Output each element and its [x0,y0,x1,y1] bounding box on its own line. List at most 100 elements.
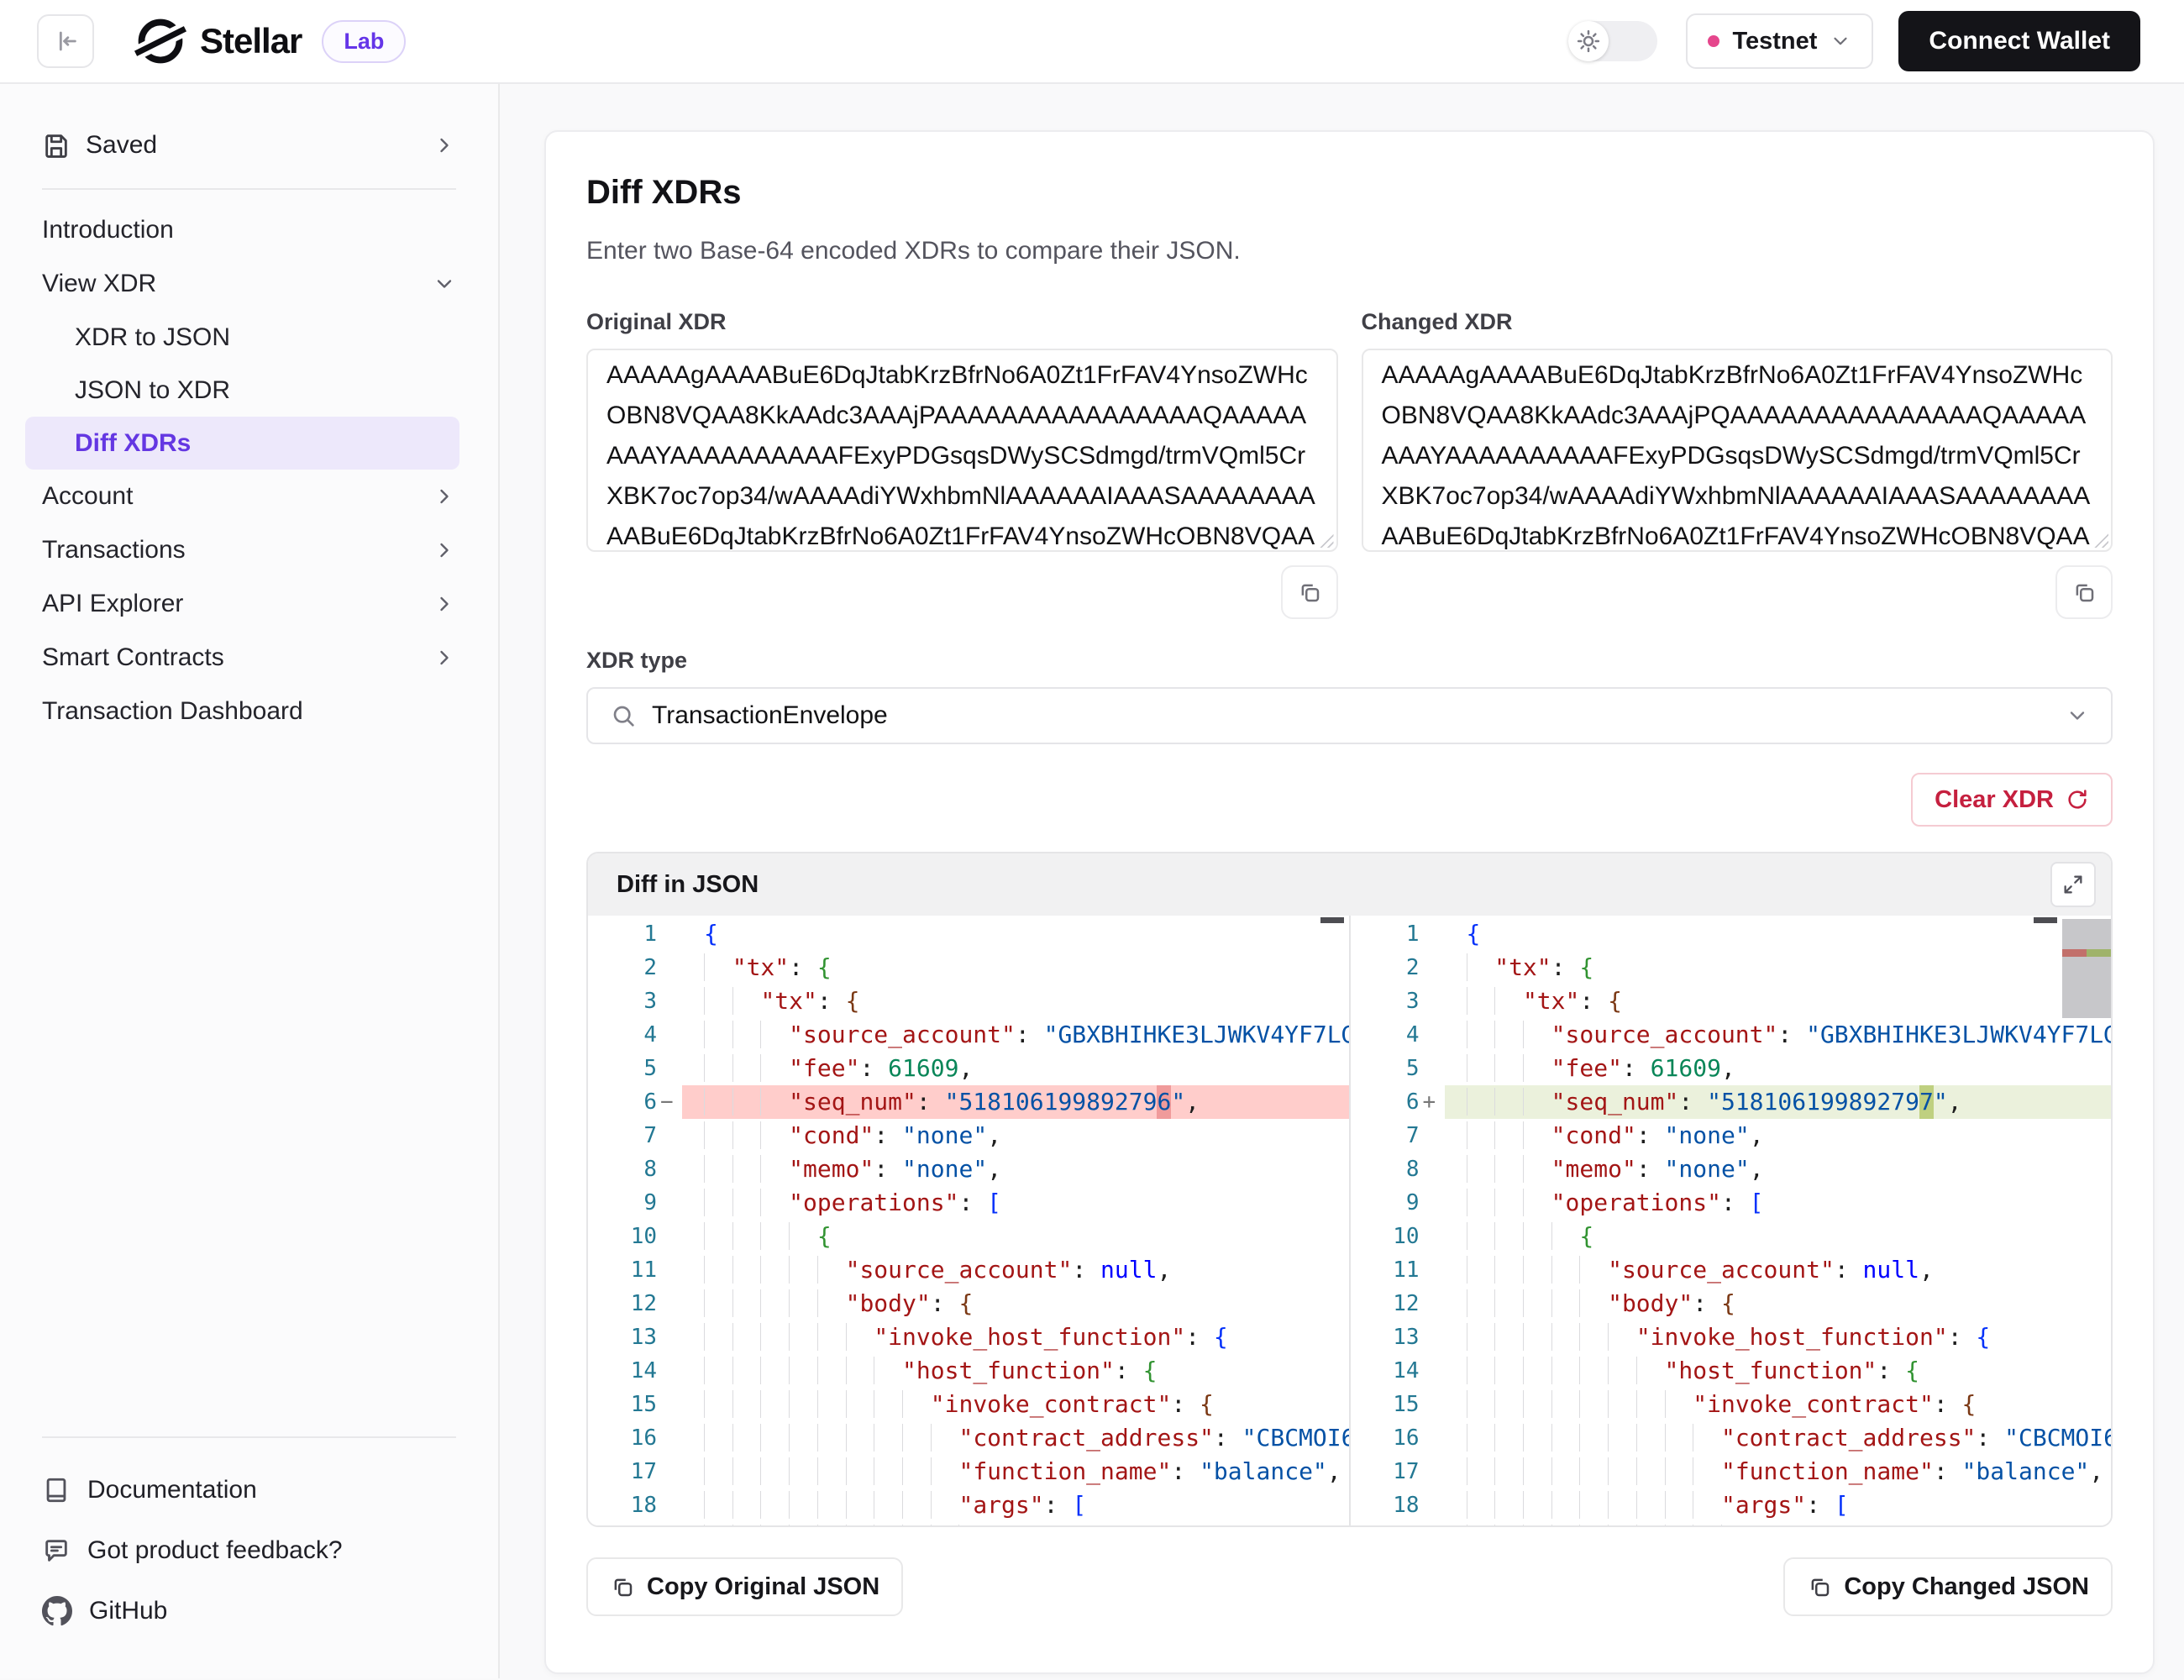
copy-original-xdr-button[interactable] [1281,565,1338,619]
sidebar-link-documentation[interactable]: Documentation [25,1460,473,1520]
diff-line: 6− "seq_num": "518106199892796", [588,1085,1349,1119]
copy-changed-json-button[interactable]: Copy Changed JSON [1783,1557,2113,1616]
diff-xdrs-card: Diff XDRs Enter two Base-64 encoded XDRs… [544,130,2155,1674]
chevron-down-icon [2066,704,2089,727]
chevron-right-icon [433,592,456,616]
stellar-logo-icon [134,15,186,67]
diff-line: 1{ [588,917,1349,951]
diff-json-panel: Diff in JSON 1{2 "tx": {3 "tx": {4 "sour… [586,852,2113,1527]
diff-line: 12 "body": { [588,1287,1349,1320]
network-status-dot [1708,35,1719,47]
page-title: Diff XDRs [586,174,2113,212]
diff-line: 18 "args": [ [1351,1488,2112,1522]
connect-wallet-button[interactable]: Connect Wallet [1898,11,2140,71]
theme-toggle-knob [1568,21,1609,61]
sun-icon [1576,29,1601,54]
diff-pane-changed[interactable]: 1{2 "tx": {3 "tx": {4 "source_account": … [1351,916,2112,1525]
stellar-logo[interactable]: Stellar [134,15,302,67]
xdr-type-label: XDR type [586,648,2113,674]
sidebar-item-json-to-xdr[interactable]: JSON to XDR [25,364,473,417]
diff-json-header: Diff in JSON [588,853,2111,916]
sidebar-footer: DocumentationGot product feedback?GitHub [25,1420,473,1641]
save-icon [42,131,71,160]
chevron-right-icon [433,134,456,157]
github-icon [42,1596,72,1626]
sidebar-item-transactions[interactable]: Transactions [25,523,473,577]
top-header: Stellar Lab Testnet Connect Wallet [0,0,2184,84]
sidebar-footer-links: DocumentationGot product feedback?GitHub [25,1460,473,1641]
collapse-sidebar-button[interactable] [37,14,94,68]
original-xdr-input[interactable]: AAAAAgAAAABuE6DqJtabKrzBfrNo6A0Zt1FrFAV4… [586,349,1338,552]
chevron-right-icon [433,646,456,669]
sidebar-item-transaction-dashboard[interactable]: Transaction Dashboard [25,685,473,738]
search-icon [610,702,637,729]
sidebar-item-api-explorer[interactable]: API Explorer [25,577,473,631]
sidebar-footer-divider [42,1436,456,1438]
diff-line: 14 "host_function": { [1351,1354,2112,1388]
xdr-type-select[interactable]: TransactionEnvelope [586,687,2113,744]
copy-changed-xdr-button[interactable] [2055,565,2113,619]
diff-line: 5 "fee": 61609, [588,1052,1349,1085]
collapse-sidebar-icon [51,27,80,55]
sidebar-item-view-xdr[interactable]: View XDR [25,257,473,311]
diff-line: 3 "tx": { [1351,984,2112,1018]
diff-line: 9 "operations": [ [1351,1186,2112,1220]
diff-line: 1{ [1351,917,2112,951]
sidebar-item-diff-xdrs[interactable]: Diff XDRs [25,417,459,470]
chevron-right-icon [433,538,456,562]
copy-icon [2071,580,2097,605]
sidebar-item-account[interactable]: Account [25,470,473,523]
copy-changed-json-label: Copy Changed JSON [1844,1573,2089,1601]
refresh-icon [2066,788,2089,811]
brand-name: Stellar [200,21,302,61]
copy-icon [1807,1574,1832,1599]
diff-line: 4 "source_account": "GBXBHIHKE3LJWKV4YF7… [1351,1018,2112,1052]
sidebar-link-got-product-feedback[interactable]: Got product feedback? [25,1520,473,1581]
diff-line: 2 "tx": { [1351,951,2112,984]
expand-diff-button[interactable] [2050,862,2096,907]
diff-line: 19 { [588,1522,1349,1525]
fullscreen-icon [2061,873,2085,896]
sidebar-item-xdr-to-json[interactable]: XDR to JSON [25,311,473,364]
network-selector[interactable]: Testnet [1686,13,1873,69]
diff-line: 16 "contract_address": "CBCMOI6PQ2ZQXB", [1351,1421,2112,1455]
copy-original-json-label: Copy Original JSON [647,1573,879,1601]
feedback-icon [42,1536,71,1565]
sidebar-link-github[interactable]: GitHub [25,1581,473,1641]
changed-xdr-label: Changed XDR [1362,309,2113,335]
chevron-down-icon [433,272,456,296]
diff-json-title: Diff in JSON [617,871,759,899]
diff-line: 8 "memo": "none", [1351,1152,2112,1186]
chevron-right-icon [433,485,456,508]
clear-xdr-button[interactable]: Clear XDR [1911,773,2113,827]
sidebar-item-smart-contracts[interactable]: Smart Contracts [25,631,473,685]
sidebar: Saved IntroductionView XDRXDR to JSONJSO… [0,84,500,1678]
diff-line: 12 "body": { [1351,1287,2112,1320]
diff-line: 15 "invoke_contract": { [1351,1388,2112,1421]
diff-editor: 1{2 "tx": {3 "tx": {4 "source_account": … [588,916,2111,1525]
diff-line: 13 "invoke_host_function": { [588,1320,1349,1354]
copy-icon [1297,580,1322,605]
diff-line: 4 "source_account": "GBXBHIHKE3LJWKV4YF7… [588,1018,1349,1052]
diff-line: 9 "operations": [ [588,1186,1349,1220]
sidebar-item-introduction[interactable]: Introduction [25,203,473,257]
sidebar-nav: IntroductionView XDRXDR to JSONJSON to X… [25,203,473,738]
page-description: Enter two Base-64 encoded XDRs to compar… [586,237,2113,265]
diff-line: 7 "cond": "none", [588,1119,1349,1152]
diff-line: 10 { [1351,1220,2112,1253]
changed-xdr-input[interactable]: AAAAAgAAAABuE6DqJtabKrzBfrNo6A0Zt1FrFAV4… [1362,349,2113,552]
original-xdr-label: Original XDR [586,309,1338,335]
diff-line: 10 { [588,1220,1349,1253]
diff-pane-original[interactable]: 1{2 "tx": {3 "tx": {4 "source_account": … [588,916,1349,1525]
diff-line: 16 "contract_address": "CBCMOI6PQ2ZQXB", [588,1421,1349,1455]
sidebar-item-label: Saved [86,131,157,160]
sidebar-divider [42,188,456,190]
diff-line: 6+ "seq_num": "518106199892797", [1351,1085,2112,1119]
diff-line: 7 "cond": "none", [1351,1119,2112,1152]
sidebar-item-saved[interactable]: Saved [25,119,473,171]
theme-toggle[interactable] [1568,21,1657,61]
chevron-down-icon [1830,30,1851,52]
copy-original-json-button[interactable]: Copy Original JSON [586,1557,903,1616]
network-name: Testnet [1732,28,1817,55]
clear-xdr-label: Clear XDR [1935,786,2054,814]
